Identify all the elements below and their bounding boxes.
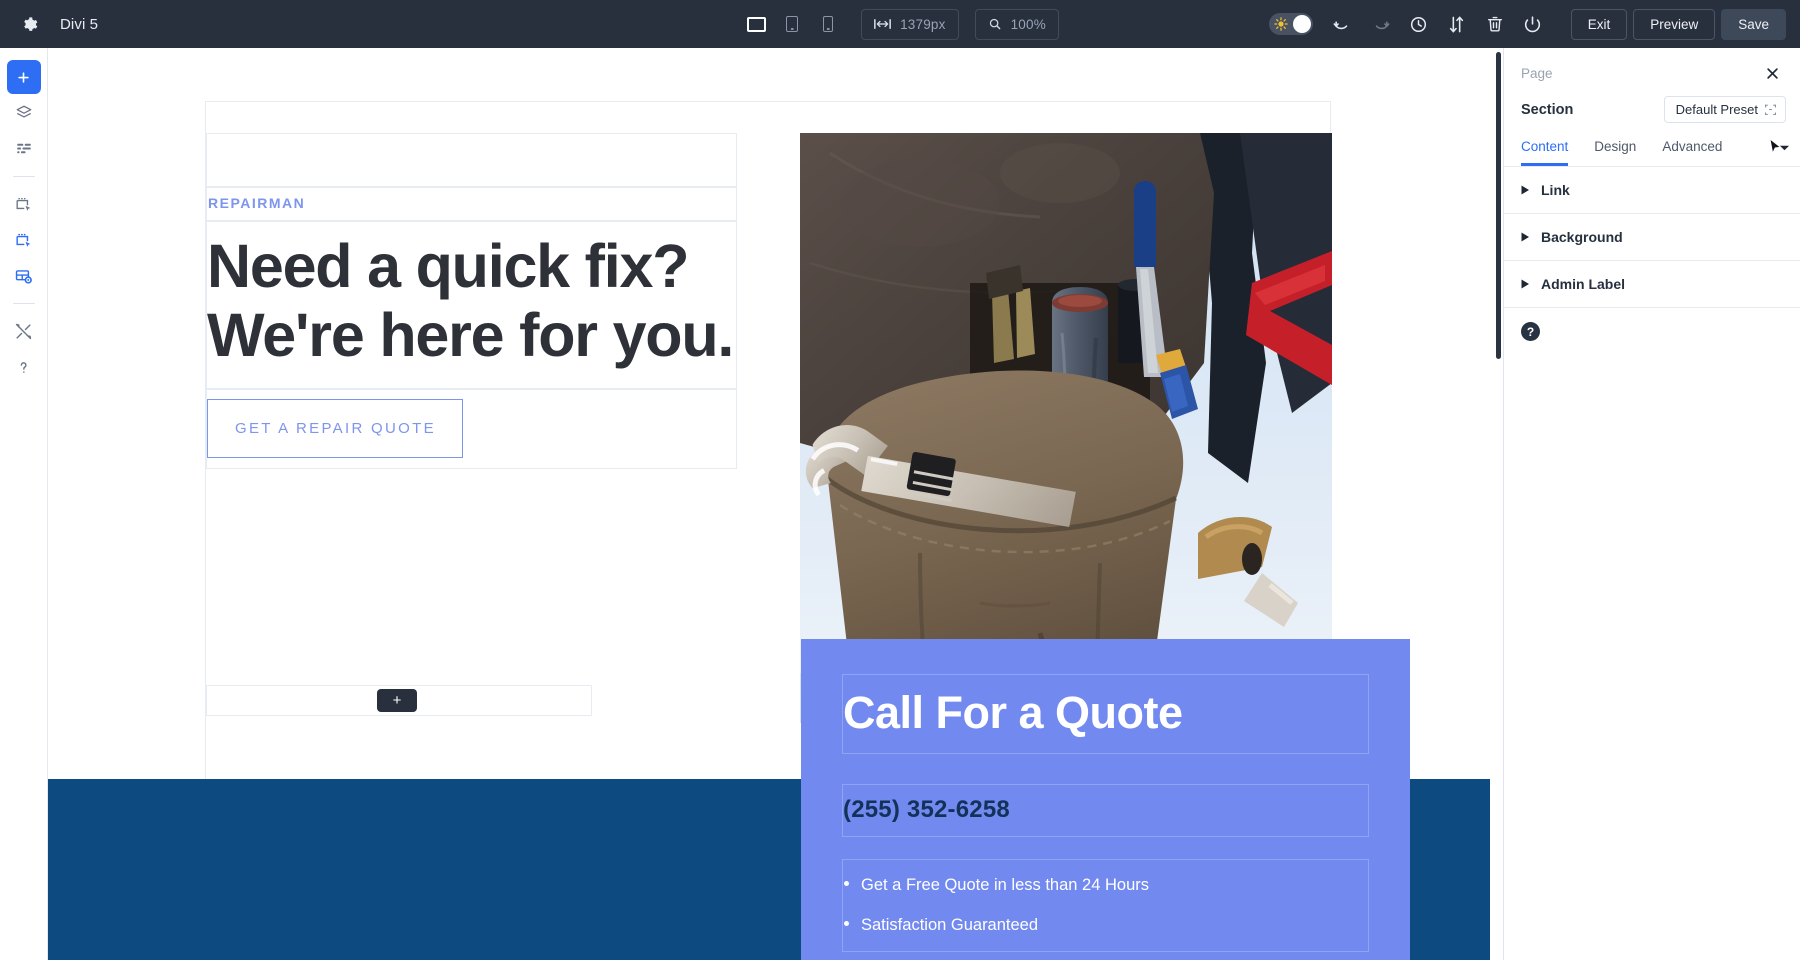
viewport-tablet-button[interactable]	[777, 9, 807, 39]
toolbar-right-group: Exit Preview Save	[1268, 8, 1800, 40]
triangle-right-icon	[1521, 185, 1529, 195]
panel-tabs: Content Design Advanced	[1504, 123, 1800, 167]
tool-belt-image[interactable]	[800, 133, 1332, 723]
theme-toggle-knob	[1292, 15, 1311, 33]
close-icon[interactable]	[1761, 62, 1783, 84]
sidebar-item-tools[interactable]	[7, 314, 41, 348]
tab-advanced[interactable]: Advanced	[1662, 139, 1722, 166]
power-icon[interactable]	[1517, 8, 1549, 40]
accordion-background-label: Background	[1541, 229, 1623, 245]
select-frame-active-icon	[16, 233, 31, 247]
hero-column-right[interactable]	[800, 133, 1332, 723]
sun-icon	[1273, 17, 1288, 31]
hero-spacer-module[interactable]	[206, 133, 737, 187]
undo-icon[interactable]	[1327, 8, 1359, 40]
accordion-link[interactable]: Link	[1504, 167, 1800, 214]
canvas-width-value: 1379px	[900, 16, 946, 32]
question-mark-icon[interactable]: ?	[1521, 322, 1540, 341]
magnifier-icon	[989, 18, 1000, 30]
clock-icon[interactable]	[1403, 8, 1435, 40]
triangle-right-icon	[1521, 279, 1529, 289]
viewport-phone-button[interactable]	[813, 9, 843, 39]
viewport-desktop-button[interactable]	[741, 9, 771, 39]
hero-eyebrow-module[interactable]: REPAIRMAN	[206, 187, 737, 221]
mouse-cursor-icon	[1769, 138, 1782, 160]
exit-button[interactable]: Exit	[1570, 8, 1628, 40]
canvas-width-field[interactable]: 1379px	[861, 8, 959, 40]
layers-icon	[16, 105, 31, 118]
preview-button[interactable]: Preview	[1633, 8, 1716, 40]
accordion-admin-label-text: Admin Label	[1541, 276, 1626, 292]
responsive-eye-icon	[15, 269, 32, 284]
panel-resize-handle[interactable]	[1496, 52, 1501, 359]
viewport-switcher	[741, 9, 843, 39]
hero-eyebrow-text: REPAIRMAN	[208, 195, 306, 211]
redo-icon[interactable]	[1365, 8, 1397, 40]
quote-title-block[interactable]: Call For a Quote	[842, 674, 1369, 755]
rail-divider-1	[12, 176, 35, 177]
quote-title-text: Call For a Quote	[843, 687, 1183, 738]
sidebar-item-list-view[interactable]	[7, 132, 41, 166]
sidebar-item-responsive-preview[interactable]	[7, 259, 41, 293]
phone-icon	[823, 16, 834, 32]
quote-benefits-block[interactable]: Get a Free Quote in less than 24 Hours S…	[842, 859, 1369, 953]
list-view-icon	[16, 143, 31, 154]
theme-toggle[interactable]	[1268, 13, 1313, 35]
tab-content[interactable]: Content	[1521, 139, 1569, 166]
list-item: Get a Free Quote in less than 24 Hours	[843, 872, 1368, 899]
panel-title-row: Section Default Preset	[1504, 84, 1800, 123]
preset-icon	[1765, 104, 1776, 115]
call-for-quote-module[interactable]: Call For a Quote (255) 352-6258 Get a Fr…	[801, 639, 1410, 960]
accordion-admin-label[interactable]: Admin Label	[1504, 261, 1800, 308]
quote-phone-block[interactable]: (255) 352-6258	[842, 784, 1369, 838]
save-button[interactable]: Save	[1721, 8, 1786, 40]
trash-icon[interactable]	[1479, 8, 1511, 40]
select-frame-icon	[16, 197, 31, 211]
hero-column-left[interactable]: REPAIRMAN Need a quick fix? We're here f…	[206, 133, 737, 469]
hero-heading-module[interactable]: Need a quick fix? We're here for you.	[206, 221, 737, 389]
add-module-button[interactable]: +	[377, 689, 417, 712]
add-module-row[interactable]: +	[206, 685, 592, 716]
horizontal-resize-icon	[874, 18, 891, 30]
tab-design[interactable]: Design	[1594, 139, 1636, 166]
sidebar-item-select-frame-active[interactable]	[7, 223, 41, 257]
add-element-button[interactable]	[6, 60, 41, 94]
hero-button-module[interactable]: GET A REPAIR QUOTE	[206, 388, 737, 469]
builder-canvas: REPAIRMAN Need a quick fix? We're here f…	[48, 48, 1490, 960]
import-export-icon[interactable]	[1441, 8, 1473, 40]
list-item: Satisfaction Guaranteed	[843, 912, 1368, 939]
quote-phone-text: (255) 352-6258	[843, 796, 1010, 824]
plus-icon	[18, 71, 29, 83]
panel-breadcrumb: Page	[1521, 65, 1553, 81]
preset-selector[interactable]: Default Preset	[1663, 96, 1786, 123]
app-title: Divi 5	[60, 15, 99, 33]
zoom-level-field[interactable]: 100%	[974, 8, 1059, 40]
settings-panel: Page Section Default Preset Content Desi…	[1496, 48, 1800, 960]
accordion-link-label: Link	[1541, 182, 1570, 198]
question-mark-icon	[20, 361, 27, 373]
get-repair-quote-button[interactable]: GET A REPAIR QUOTE	[207, 398, 463, 458]
gear-icon[interactable]	[14, 9, 44, 39]
zoom-level-value: 100%	[1010, 16, 1046, 32]
desktop-icon	[746, 16, 766, 32]
preset-label: Default Preset	[1675, 102, 1758, 117]
accordion-background[interactable]: Background	[1504, 214, 1800, 261]
top-toolbar: Divi 5 1379px 100% Exit Preview Save	[0, 0, 1800, 48]
tools-icon	[15, 323, 32, 339]
sidebar-item-help[interactable]	[7, 350, 41, 384]
page-title: Section	[1521, 101, 1574, 118]
triangle-right-icon	[1521, 232, 1529, 242]
toolbar-left-group: Divi 5	[0, 9, 98, 39]
sidebar-item-select-frame[interactable]	[7, 187, 41, 221]
hero-headline-text: Need a quick fix? We're here for you.	[207, 232, 734, 369]
quote-benefits-list: Get a Free Quote in less than 24 Hours S…	[843, 872, 1368, 938]
panel-help-row: ?	[1504, 308, 1800, 355]
tablet-icon	[786, 16, 799, 32]
sidebar-item-layers[interactable]	[7, 96, 41, 130]
panel-header: Page	[1504, 48, 1800, 84]
page-content: REPAIRMAN Need a quick fix? We're here f…	[48, 101, 1490, 960]
rail-divider-2	[12, 303, 35, 304]
left-toolbar-rail	[0, 48, 48, 960]
